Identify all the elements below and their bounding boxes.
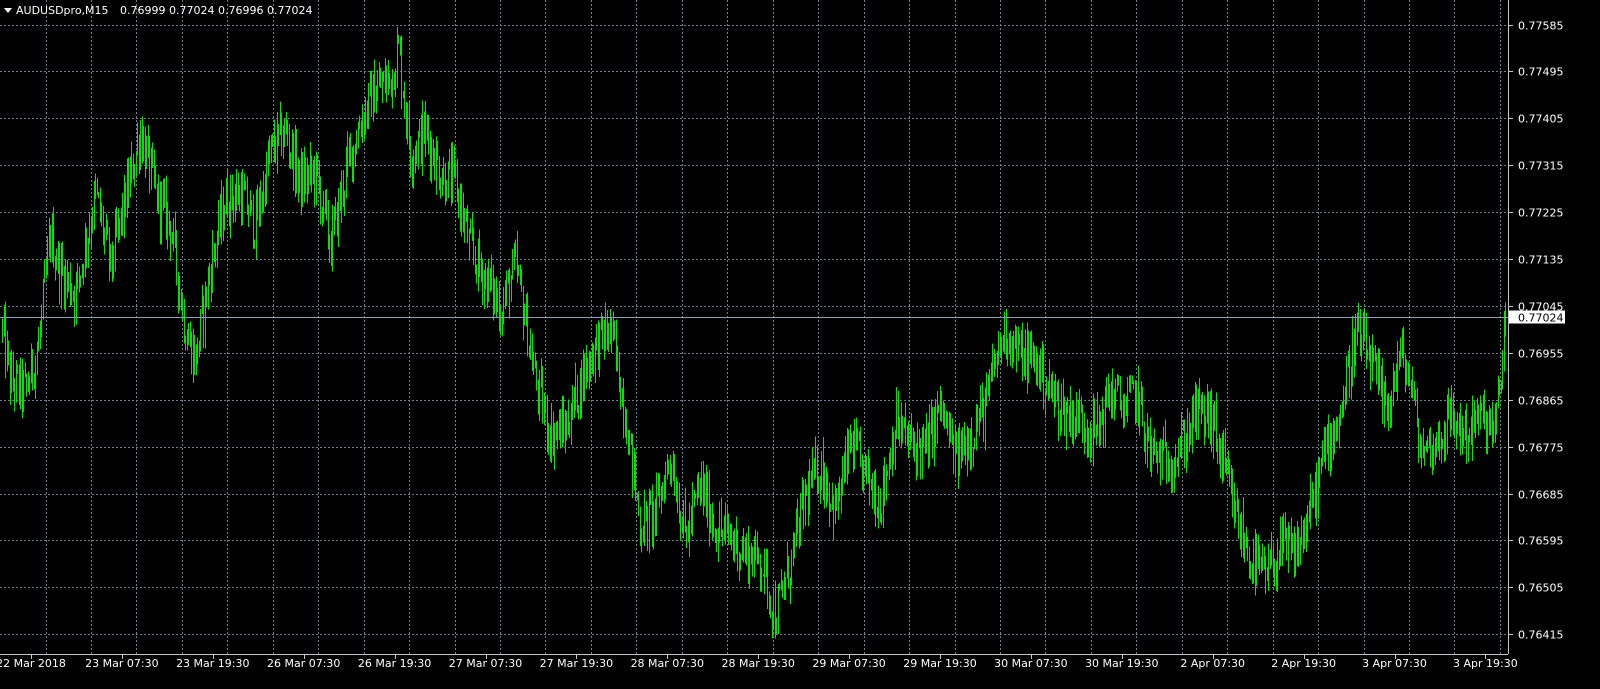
y-tick-label: 0.76955 <box>1518 348 1564 361</box>
x-tick-label: 26 Mar 19:30 <box>358 657 431 670</box>
y-tick-label: 0.76685 <box>1518 489 1564 502</box>
y-tick-label: 0.77135 <box>1518 254 1564 267</box>
y-tick-label: 0.76595 <box>1518 535 1564 548</box>
y-tick-label: 0.77585 <box>1518 20 1564 33</box>
symbol-timeframe: AUDUSDpro,M15 <box>16 4 109 17</box>
y-tick-label: 0.76775 <box>1518 442 1564 455</box>
current-price-label: 0.77024 <box>1518 312 1564 325</box>
y-tick-label: 0.76865 <box>1518 395 1564 408</box>
triangle-down-icon[interactable] <box>4 8 12 13</box>
chart-title: AUDUSDpro,M15 0.76999 0.77024 0.76996 0.… <box>16 4 312 17</box>
x-tick-label: 29 Mar 19:30 <box>903 657 976 670</box>
chart-header: AUDUSDpro,M15 0.76999 0.77024 0.76996 0.… <box>4 4 312 17</box>
y-tick-label: 0.77405 <box>1518 113 1564 126</box>
y-tick-label: 0.77495 <box>1518 66 1564 79</box>
x-tick-label: 28 Mar 07:30 <box>631 657 704 670</box>
x-tick-label: 30 Mar 19:30 <box>1085 657 1158 670</box>
x-tick-label: 2 Apr 19:30 <box>1271 657 1336 670</box>
x-tick-label: 2 Apr 07:30 <box>1180 657 1245 670</box>
x-tick-label: 3 Apr 07:30 <box>1362 657 1427 670</box>
price-chart[interactable]: 0.77585 0.77495 0.77405 0.77315 0.77225 0.771… <box>0 0 1600 689</box>
x-tick-label: 27 Mar 07:30 <box>449 657 522 670</box>
chart-window[interactable]: 0.77585 0.77495 0.77405 0.77315 0.77225 0.771… <box>0 0 1600 689</box>
ohlc-values: 0.76999 0.77024 0.76996 0.77024 <box>120 4 312 17</box>
x-tick-label: 27 Mar 19:30 <box>540 657 613 670</box>
x-tick-label: 29 Mar 07:30 <box>812 657 885 670</box>
y-tick-label: 0.76415 <box>1518 629 1564 642</box>
y-tick-label: 0.76505 <box>1518 582 1564 595</box>
x-tick-label: 28 Mar 19:30 <box>721 657 794 670</box>
y-tick-label: 0.77315 <box>1518 160 1564 173</box>
x-tick-label: 22 Mar 2018 <box>0 657 66 670</box>
x-tick-label: 23 Mar 07:30 <box>85 657 158 670</box>
x-tick-label: 26 Mar 07:30 <box>267 657 340 670</box>
price-axis[interactable]: 0.77585 0.77495 0.77405 0.77315 0.77225 0.771… <box>1508 20 1564 642</box>
x-tick-label: 30 Mar 07:30 <box>994 657 1067 670</box>
x-tick-label: 3 Apr 19:30 <box>1453 657 1518 670</box>
current-price-tag: 0.77024 <box>1509 310 1565 325</box>
x-tick-label: 23 Mar 19:30 <box>176 657 249 670</box>
y-tick-label: 0.77225 <box>1518 207 1564 220</box>
time-axis[interactable]: 22 Mar 2018 23 Mar 07:30 23 Mar 19:30 26 Ma… <box>0 654 1518 670</box>
